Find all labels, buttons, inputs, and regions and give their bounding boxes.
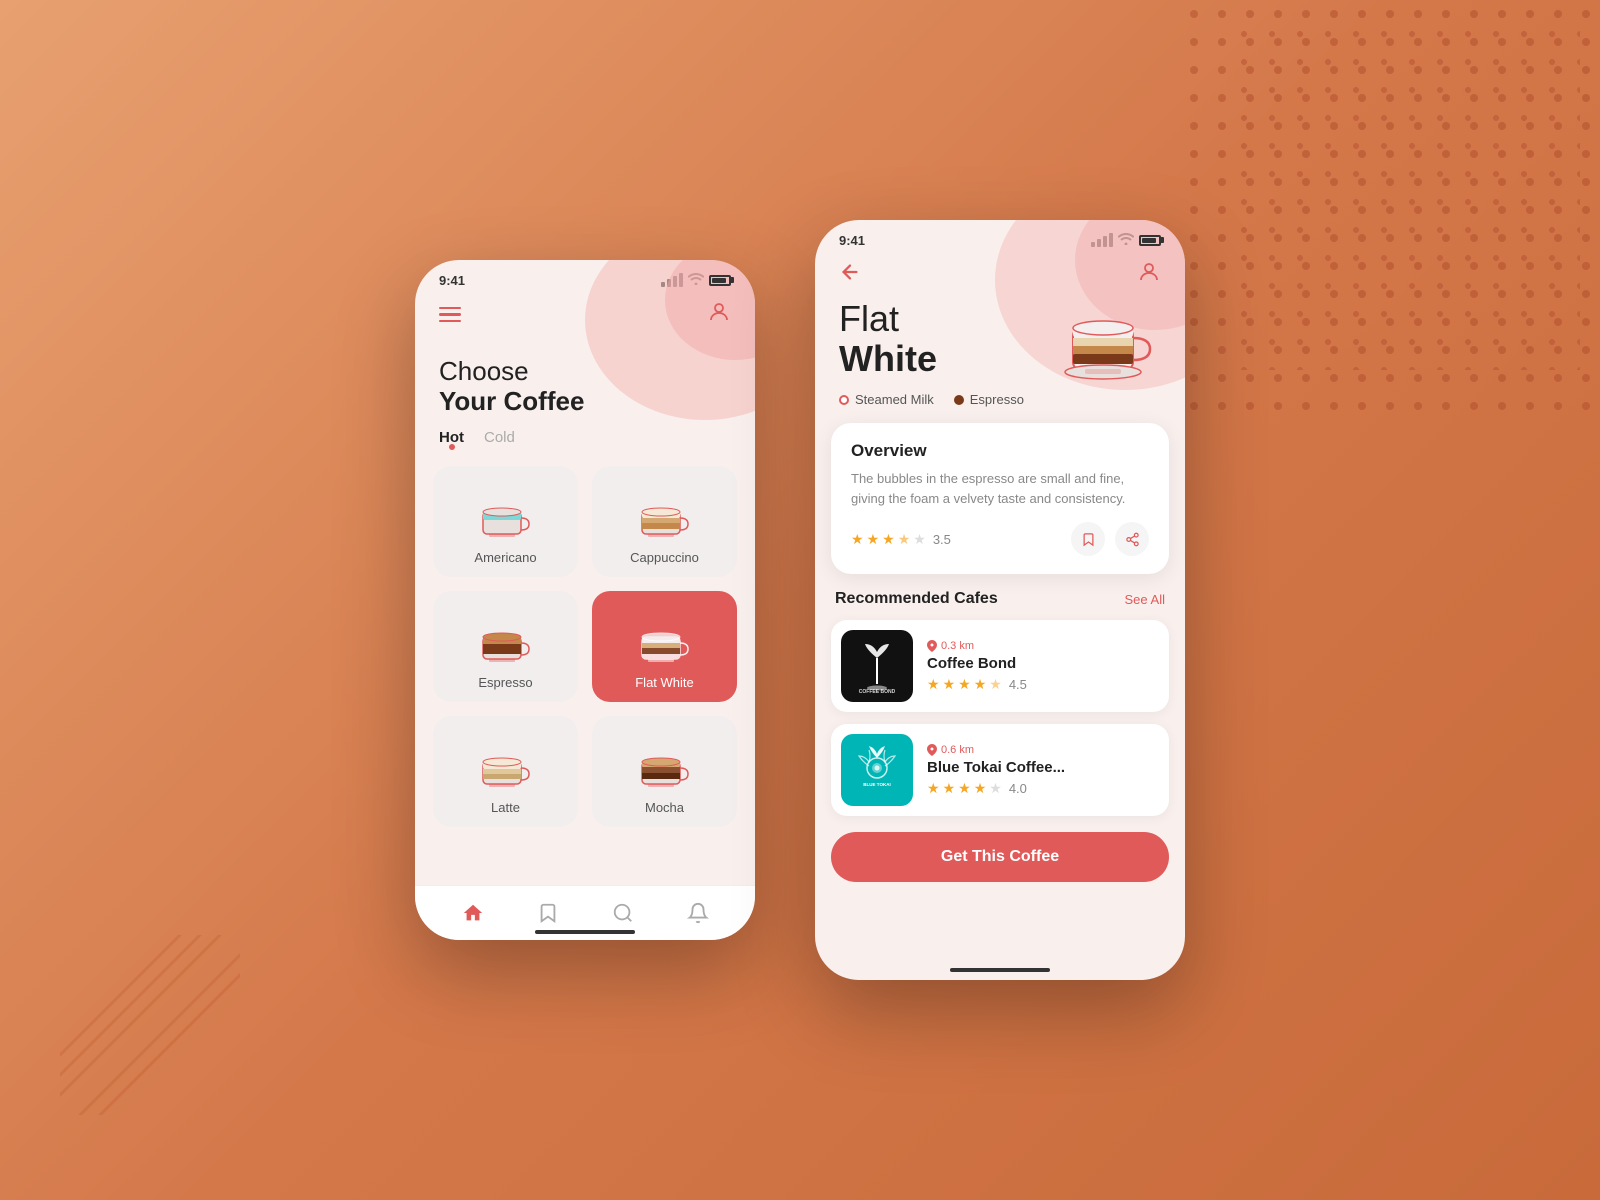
cappuccino-cup — [630, 484, 700, 540]
latte-cup — [471, 734, 541, 790]
blue-tokai-stars: ★ ★ ★ ★ ★ 4.0 — [927, 780, 1159, 797]
espresso-name: Espresso — [478, 675, 532, 690]
home-bar-2 — [950, 968, 1050, 972]
star-half: ★ — [898, 531, 911, 548]
lines-decoration — [60, 935, 240, 1120]
hamburger-menu[interactable] — [439, 307, 461, 323]
status-time-2: 9:41 — [839, 233, 865, 248]
svg-text:BLUE TOKAI: BLUE TOKAI — [863, 782, 890, 787]
phones-container: 9:41 — [415, 220, 1185, 980]
filter-hot[interactable]: Hot — [439, 429, 464, 450]
espresso-label: Espresso — [970, 392, 1024, 407]
coffee-card-americano[interactable]: Americano — [433, 466, 578, 577]
steamed-milk-label: Steamed Milk — [855, 392, 934, 407]
steamed-milk-dot — [839, 395, 849, 405]
americano-name: Americano — [474, 550, 536, 565]
battery-icon-1 — [709, 275, 731, 286]
get-coffee-button[interactable]: Get This Coffee — [831, 832, 1169, 882]
status-icons-2 — [1091, 232, 1161, 248]
latte-name: Latte — [491, 800, 520, 815]
blue-tokai-distance: 0.6 km — [927, 744, 1159, 756]
recommended-header: Recommended Cafes See All — [815, 590, 1185, 620]
recommended-title: Recommended Cafes — [835, 590, 998, 608]
dots-decoration — [1180, 0, 1600, 420]
blue-tokai-rating: 4.0 — [1009, 781, 1027, 796]
flat-white-hero-cup — [1055, 296, 1165, 386]
nav-bookmark[interactable] — [533, 898, 563, 928]
mocha-cup — [630, 734, 700, 790]
phone2-hero: Flat White — [815, 301, 1185, 423]
coffee-grid: Americano Cappuccino — [415, 466, 755, 843]
share-button[interactable] — [1115, 522, 1149, 556]
flat-white-cup-grid — [630, 609, 700, 665]
phone1-title: Choose Your Coffee — [415, 341, 755, 425]
coffee-card-flat-white[interactable]: Flat White — [592, 591, 737, 702]
wifi-icon-1 — [688, 272, 704, 288]
see-all-button[interactable]: See All — [1125, 592, 1165, 607]
coffee-bond-logo: COFFEE BOND — [841, 630, 913, 702]
espresso-cup — [471, 609, 541, 665]
americano-cup — [471, 484, 541, 540]
blue-tokai-info: 0.6 km Blue Tokai Coffee... ★ ★ ★ ★ ★ 4.… — [927, 744, 1159, 797]
coffee-bond-info: 0.3 km Coffee Bond ★ ★ ★ ★ ★ 4.5 — [927, 640, 1159, 693]
cafe-card-blue-tokai[interactable]: BLUE TOKAI 0.6 km Blue Tokai Coffee... ★… — [831, 724, 1169, 816]
rating-number: 3.5 — [933, 532, 951, 547]
coffee-bond-stars: ★ ★ ★ ★ ★ 4.5 — [927, 676, 1159, 693]
nav-bell[interactable] — [683, 898, 713, 928]
coffee-bond-distance: 0.3 km — [927, 640, 1159, 652]
blue-tokai-logo: BLUE TOKAI — [841, 734, 913, 806]
ingredient-steamed-milk: Steamed Milk — [839, 392, 934, 407]
nav-search[interactable] — [608, 898, 638, 928]
svg-text:COFFEE BOND: COFFEE BOND — [859, 689, 896, 695]
flat-white-name-grid: Flat White — [635, 675, 694, 690]
home-bar-1 — [535, 930, 635, 934]
coffee-bond-name: Coffee Bond — [927, 655, 1159, 672]
coffee-card-cappuccino[interactable]: Cappuccino — [592, 466, 737, 577]
overview-title: Overview — [851, 441, 1149, 461]
ingredient-espresso: Espresso — [954, 392, 1024, 407]
coffee-bond-rating: 4.5 — [1009, 677, 1027, 692]
cappuccino-name: Cappuccino — [630, 550, 699, 565]
coffee-card-latte[interactable]: Latte — [433, 716, 578, 827]
status-time-1: 9:41 — [439, 273, 465, 288]
espresso-dot — [954, 395, 964, 405]
phone1-header — [415, 292, 755, 341]
status-bar-1: 9:41 — [415, 260, 755, 292]
filter-cold[interactable]: Cold — [484, 429, 515, 450]
rating-stars: ★ ★ ★ ★ ★ 3.5 — [851, 531, 951, 548]
mocha-name: Mocha — [645, 800, 684, 815]
phone-2: 9:41 — [815, 220, 1185, 980]
status-icons-1 — [661, 272, 731, 288]
star-1: ★ — [851, 531, 864, 548]
blue-tokai-name: Blue Tokai Coffee... — [927, 759, 1159, 776]
overview-card: Overview The bubbles in the espresso are… — [831, 423, 1169, 574]
phone-1: 9:41 — [415, 260, 755, 940]
overview-footer: ★ ★ ★ ★ ★ 3.5 — [851, 522, 1149, 556]
signal-bars-2 — [1091, 233, 1113, 247]
star-3: ★ — [882, 531, 895, 548]
title-choose: Choose — [439, 357, 731, 386]
ingredients: Steamed Milk Espresso — [839, 392, 1161, 407]
cafe-card-coffee-bond[interactable]: COFFEE BOND 0.3 km Coffee Bond ★ ★ ★ ★ ★ — [831, 620, 1169, 712]
signal-bars-1 — [661, 273, 683, 287]
star-empty: ★ — [913, 531, 926, 548]
wifi-icon-2 — [1118, 232, 1134, 248]
filter-tabs: Hot Cold — [415, 425, 755, 466]
bookmark-button[interactable] — [1071, 522, 1105, 556]
coffee-card-mocha[interactable]: Mocha — [592, 716, 737, 827]
profile-icon-2[interactable] — [1137, 260, 1161, 289]
star-2: ★ — [867, 531, 880, 548]
title-your-coffee: Your Coffee — [439, 386, 731, 417]
action-icons — [1071, 522, 1149, 556]
back-button[interactable] — [839, 261, 861, 289]
profile-icon-1[interactable] — [707, 300, 731, 329]
status-bar-2: 9:41 — [815, 220, 1185, 252]
phone2-header-nav — [815, 252, 1185, 301]
overview-text: The bubbles in the espresso are small an… — [851, 469, 1149, 508]
coffee-card-espresso[interactable]: Espresso — [433, 591, 578, 702]
nav-home[interactable] — [458, 898, 488, 928]
battery-icon-2 — [1139, 235, 1161, 246]
